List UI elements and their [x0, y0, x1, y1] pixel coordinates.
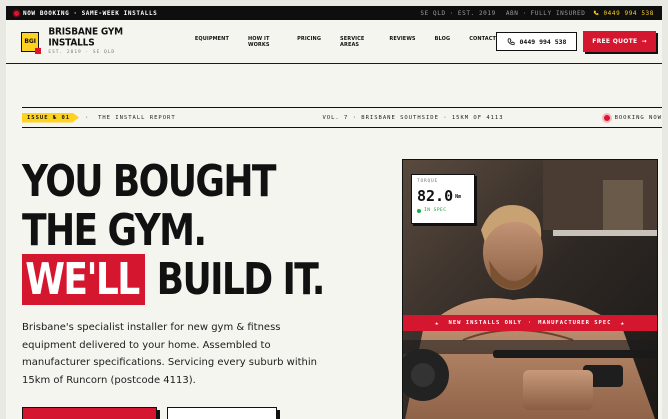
phone-icon: [507, 37, 515, 45]
logo[interactable]: BGI: [21, 31, 42, 54]
announcement-text: NOW BOOKING · SAME-WEEK INSTALLS: [23, 10, 416, 17]
topbar-phone-number: 0449 994 538: [603, 9, 654, 17]
insured-text: FULLY INSURED: [530, 9, 586, 17]
phone-icon: [594, 10, 599, 15]
call-button[interactable]: 0449 994 538: [496, 32, 577, 51]
established-text: EST. 2019: [457, 9, 496, 17]
free-quote-button[interactable]: FREE QUOTE →: [583, 31, 656, 52]
torque-number: 82.0: [417, 187, 454, 205]
separator: ·: [522, 9, 527, 17]
report-title: THE INSTALL REPORT: [98, 114, 176, 121]
brand-name: BRISBANE GYM INSTALLS: [48, 27, 123, 49]
nav-service-areas[interactable]: SERVICE AREAS: [340, 36, 370, 48]
brand[interactable]: BRISBANE GYM INSTALLS EST. 2019 · SE QLD: [48, 27, 160, 55]
torque-label: TORQUE: [417, 179, 439, 184]
brand-tagline: EST. 2019 · SE QLD: [48, 50, 116, 55]
same-week-text: SAME-WEEK INSTALLS: [81, 9, 158, 17]
nav-blog[interactable]: BLOG: [435, 36, 451, 48]
header-actions: 0449 994 538 FREE QUOTE →: [496, 31, 656, 52]
photo-band: ★ NEW INSTALLS ONLY · MANUFACTURER SPEC …: [403, 315, 657, 331]
report-label: · THE INSTALL REPORT: [85, 115, 176, 121]
nav-equipment[interactable]: EQUIPMENT: [195, 36, 229, 48]
topbar-phone-link[interactable]: 0449 994 538: [593, 10, 654, 17]
hero-photo-card: TORQUE 82.0 Nm IN SPEC ★ NEW INSTALLS ONL…: [402, 159, 658, 419]
band-left-text: NEW INSTALLS ONLY: [448, 320, 522, 326]
main-nav: EQUIPMENT HOW IT WORKS PRICING SERVICE A…: [195, 36, 496, 48]
issue-tag: ISSUE № 01: [22, 112, 80, 123]
now-booking-text: NOW BOOKING: [23, 9, 70, 17]
booking-status: BOOKING NOW: [603, 114, 662, 121]
headline-highlight: WE'LL: [22, 254, 146, 305]
hero-headline: YOU BOUGHT THE GYM. WE'LL BUILD IT.: [22, 156, 326, 305]
band-right-text: MANUFACTURER SPEC: [538, 320, 612, 326]
headline-line-1: YOU BOUGHT: [22, 156, 277, 207]
page: NOW BOOKING · SAME-WEEK INSTALLS SE QLD · …: [6, 6, 662, 419]
headline-line-3-rest: BUILD IT.: [156, 254, 326, 305]
separator: ·: [73, 9, 78, 17]
secondary-cta-button[interactable]: [167, 407, 277, 419]
torque-readout: TORQUE 82.0 Nm IN SPEC: [411, 174, 475, 224]
torque-status: IN SPEC: [417, 208, 469, 213]
separator: ·: [85, 114, 90, 121]
volume-text: VOL. 7 · BRISBANE SOUTHSIDE · 15KM OF 41…: [322, 114, 504, 121]
abn-text: ABN: [505, 9, 519, 17]
torque-unit: Nm: [455, 193, 462, 200]
nav-reviews[interactable]: REVIEWS: [389, 36, 415, 48]
torque-status-text: IN SPEC: [424, 208, 447, 213]
separator: ·: [527, 320, 533, 326]
headline-line-2: THE GYM.: [22, 205, 207, 256]
nav-pricing[interactable]: PRICING: [297, 36, 321, 48]
announcement-bar: NOW BOOKING · SAME-WEEK INSTALLS SE QLD · …: [6, 6, 662, 20]
free-quote-label: FREE QUOTE: [592, 38, 638, 45]
separator: ·: [449, 9, 454, 17]
live-dot-icon: [14, 10, 19, 16]
booking-text: BOOKING NOW: [614, 114, 662, 121]
primary-cta-button[interactable]: [22, 407, 157, 419]
site-header: BGI BRISBANE GYM INSTALLS EST. 2019 · SE…: [6, 20, 662, 64]
arrow-right-icon: →: [641, 38, 647, 45]
call-button-label: 0449 994 538: [519, 37, 567, 46]
star-icon: ★: [620, 319, 626, 327]
issue-bar: ISSUE № 01 · THE INSTALL REPORT VOL. 7 ·…: [22, 107, 662, 128]
nav-how-it-works[interactable]: HOW IT WORKS: [248, 36, 278, 48]
headline-line-3: WE'LL BUILD IT.: [22, 254, 326, 305]
region-text: SE QLD: [420, 9, 446, 17]
hero-lead-text: Brisbane's specialist installer for new …: [22, 322, 317, 386]
star-icon: ★: [434, 319, 440, 327]
logo-corner-accent: [35, 47, 42, 54]
red-dot-icon: [603, 114, 610, 121]
torque-value: 82.0 Nm: [417, 187, 469, 205]
logo-text: BGI: [24, 38, 37, 45]
green-dot-icon: [417, 208, 421, 213]
company-meta: SE QLD · EST. 2019 ABN · FULLY INSURED: [416, 10, 585, 17]
nav-contact[interactable]: CONTACT: [469, 36, 496, 48]
